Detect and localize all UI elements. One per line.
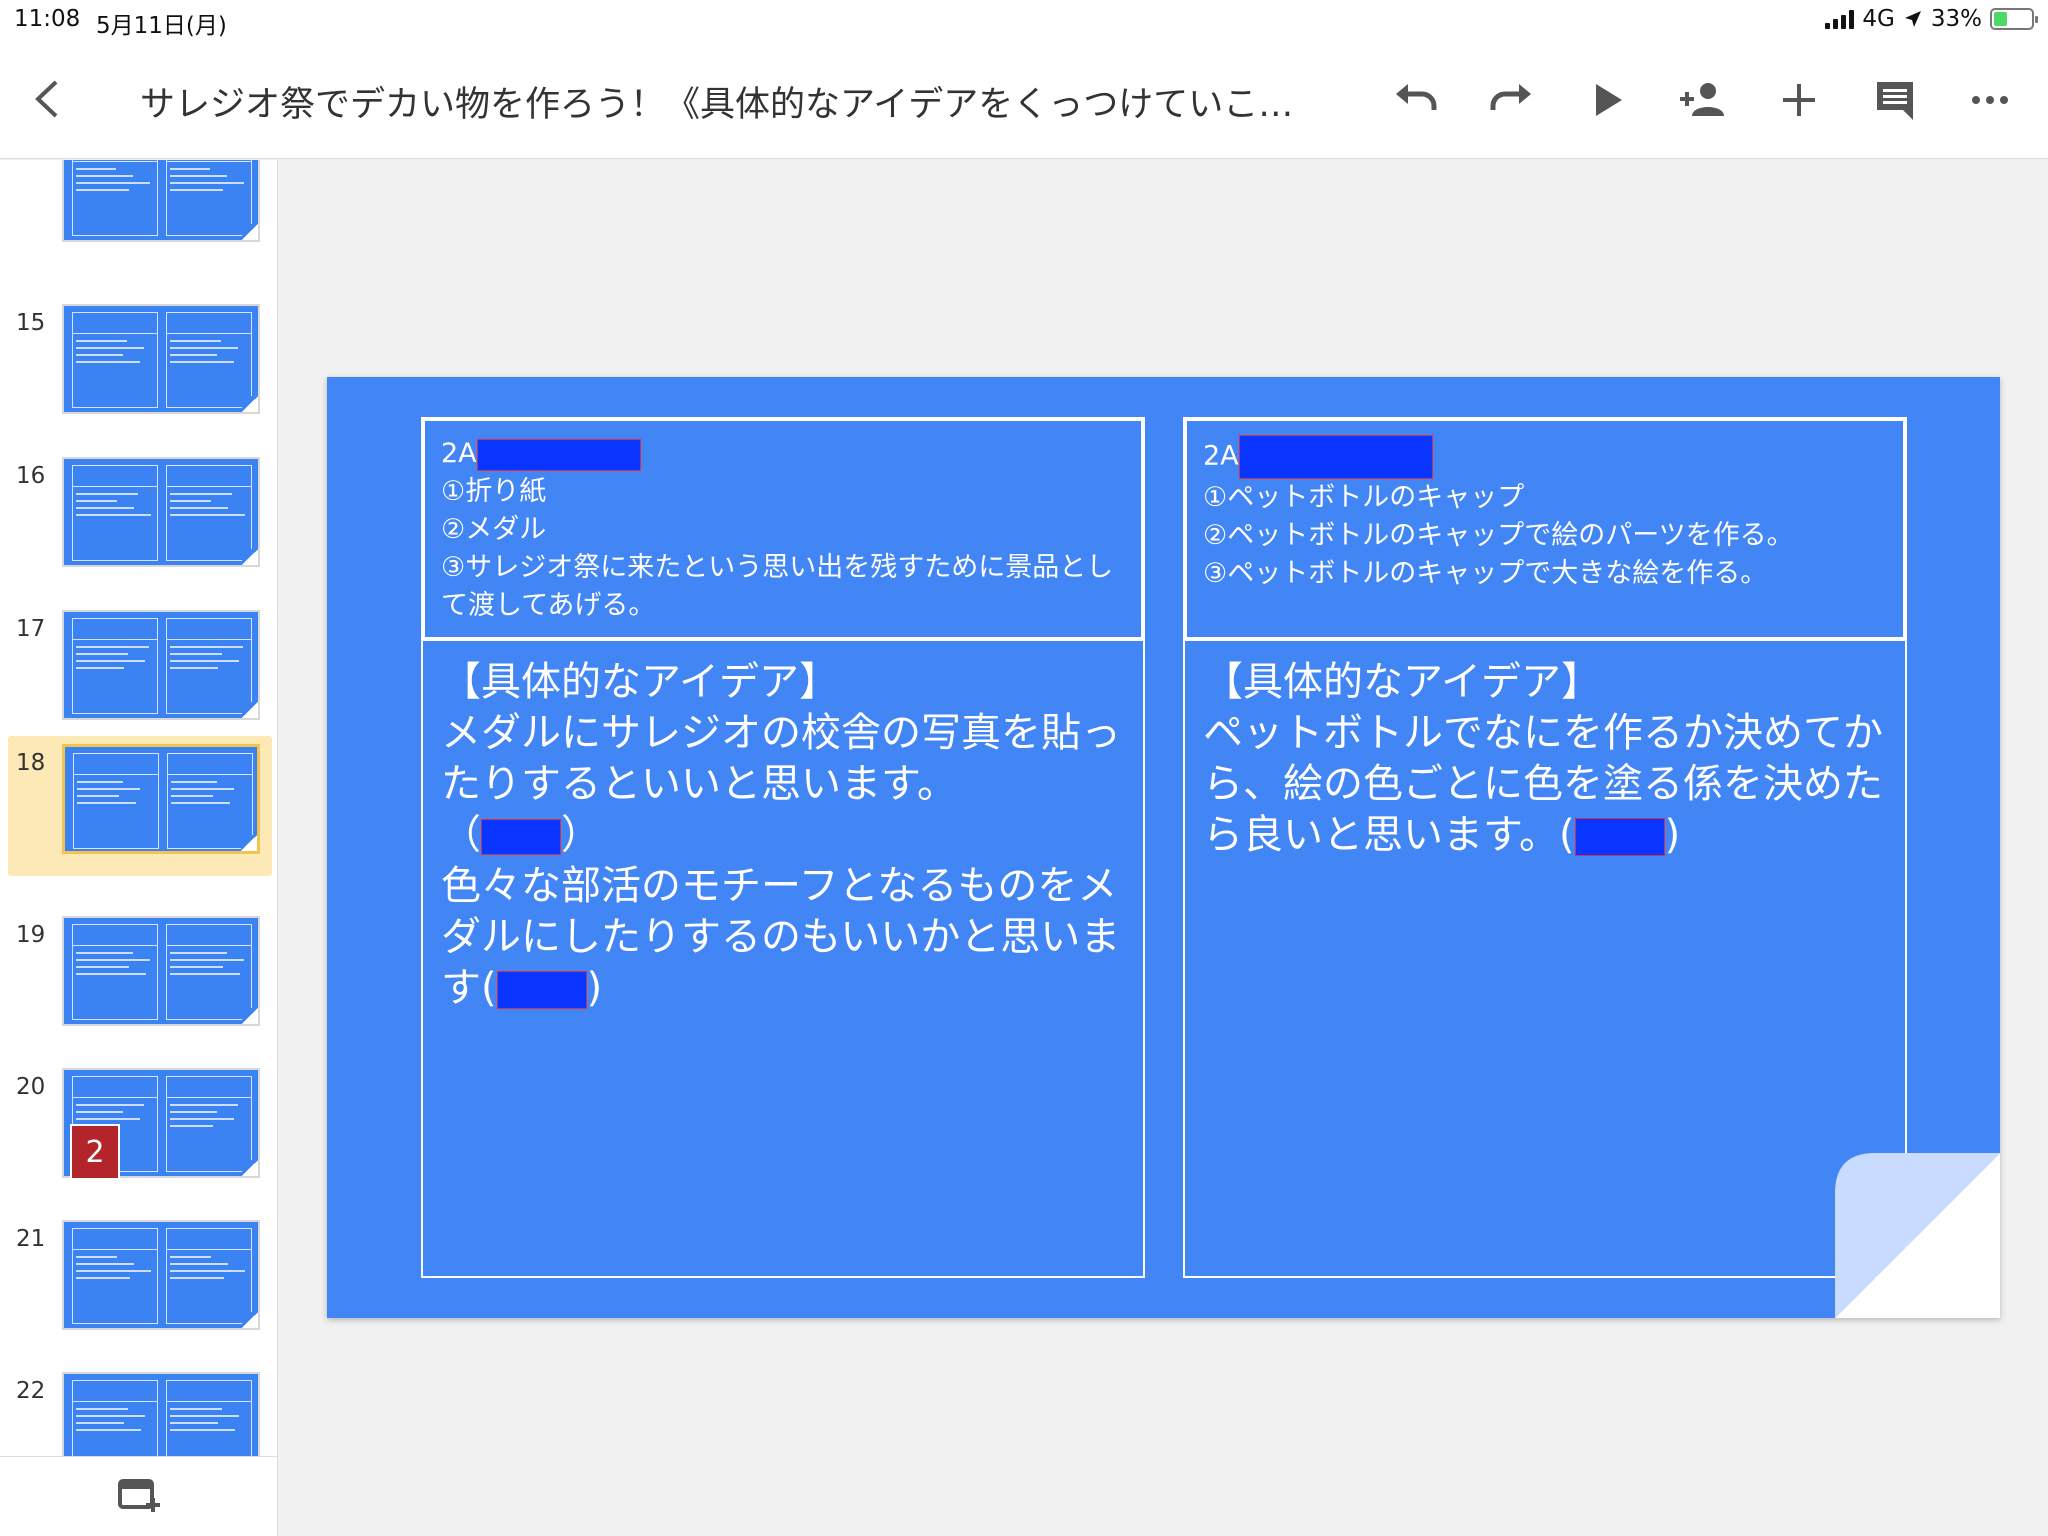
location-arrow-icon xyxy=(1904,11,1921,27)
right-idea-para-wrap: ペットボトルでなにを作るか決めてから、絵の色ごとに色を塗る係を決めたら良いと思い… xyxy=(1203,708,1893,861)
slide-number: 17 xyxy=(16,616,46,642)
redacted-name xyxy=(476,438,641,471)
present-icon xyxy=(1596,84,1622,116)
document-title[interactable]: サレジオ祭でデカい物を作ろう！《具体的なアイデアをくっつけていこ… xyxy=(140,76,1340,127)
left-item-3: ③サレジオ祭に来たという思い出を残すために景品として渡してあげる。 xyxy=(441,552,1114,621)
comment-count-badge[interactable]: 2 xyxy=(70,1124,120,1180)
share-icon xyxy=(1680,83,1724,116)
slide-preview xyxy=(62,916,260,1026)
left-idea-para1: メダルにサレジオの校舎の写真を貼ったりするといいと思います。 xyxy=(441,710,1121,807)
right-idea-para: ペットボトルでなにを作るか決めてから、絵の色ごとに色を塗る係を決めたら良いと思い… xyxy=(1203,710,1883,858)
undo-icon xyxy=(1396,84,1437,110)
slide-thumbnail-18[interactable]: 18 xyxy=(8,736,272,876)
left-idea-heading: 【具体的なアイデア】 xyxy=(441,659,839,705)
left-idea-para2-wrap: 色々な部活のモチーフとなるものをメダルにしたりするのもいいかと思います() xyxy=(441,861,1131,1014)
left-idea-text[interactable]: 【具体的なアイデア】 メダルにサレジオの校舎の写真を貼ったりするといいと思います… xyxy=(441,657,1131,1014)
redacted-name xyxy=(1574,818,1665,856)
paren-close: ) xyxy=(586,965,603,1011)
left-item-1: ①折り紙 xyxy=(441,476,547,507)
slide-number: 15 xyxy=(16,310,46,336)
page-curl-icon xyxy=(1835,1153,2000,1318)
battery-percent: 33% xyxy=(1930,6,1982,32)
slide-thumbnail-15[interactable]: 15 xyxy=(8,296,272,436)
redo-button[interactable] xyxy=(1481,70,1541,130)
left-class-prefix: 2A xyxy=(441,438,477,469)
status-time: 11:08 xyxy=(14,6,81,32)
slide-preview xyxy=(62,744,260,854)
comment-icon xyxy=(1877,82,1913,120)
sidebar-footer xyxy=(0,1456,277,1536)
redacted-name xyxy=(481,819,561,855)
paren-open: （ xyxy=(441,812,481,858)
left-idea-credit: （） xyxy=(441,810,1131,861)
redacted-name xyxy=(496,971,587,1009)
slide-thumbnail-panel: 14 15 16 17 18 19 20 2 21 22 xyxy=(0,160,278,1536)
toolbar: サレジオ祭でデカい物を作ろう！《具体的なアイデアをくっつけていこ… xyxy=(0,40,2048,159)
slide-number: 14 xyxy=(16,160,45,164)
slide-thumbnail-20[interactable]: 20 2 xyxy=(8,1060,272,1200)
slide-number: 18 xyxy=(16,750,46,776)
slide-canvas[interactable]: 2A ①折り紙 ②メダル ③サレジオ祭に来たという思い出を残すために景品として渡… xyxy=(327,377,2000,1318)
present-button[interactable] xyxy=(1578,70,1638,130)
right-idea-heading: 【具体的なアイデア】 xyxy=(1203,659,1601,705)
right-item-2: ②ペットボトルのキャップで絵のパーツを作る。 xyxy=(1203,520,1794,551)
paren-close: ) xyxy=(1664,812,1681,858)
left-student-line: 2A xyxy=(441,435,1125,473)
right-item-3: ③ペットボトルのキャップで大きな絵を作る。 xyxy=(1203,558,1768,589)
right-student-line: 2A xyxy=(1203,435,1887,479)
slide-preview xyxy=(62,610,260,720)
slide-preview xyxy=(62,457,260,567)
right-class-prefix: 2A xyxy=(1203,440,1239,472)
more-options-button[interactable] xyxy=(1960,70,2020,130)
network-type: 4G xyxy=(1862,6,1895,32)
slide-thumbnail-19[interactable]: 19 xyxy=(8,908,272,1048)
right-item-1: ①ペットボトルのキャップ xyxy=(1203,482,1525,513)
left-item-2: ②メダル xyxy=(441,514,547,545)
slide-number: 21 xyxy=(16,1226,46,1252)
slide-number: 22 xyxy=(16,1378,46,1404)
slide-thumbnail-21[interactable]: 21 xyxy=(8,1212,272,1352)
more-icon xyxy=(1972,96,2008,104)
slide-preview xyxy=(62,160,260,242)
slide-thumbnail-16[interactable]: 16 xyxy=(8,449,272,589)
slide-number: 20 xyxy=(16,1074,46,1100)
battery-icon xyxy=(1990,8,2038,30)
new-slide-icon xyxy=(118,1479,160,1512)
comments-button[interactable] xyxy=(1865,70,1925,130)
slide-preview xyxy=(62,1220,260,1330)
undo-button[interactable] xyxy=(1386,70,1446,130)
redacted-name xyxy=(1238,435,1433,479)
back-button[interactable] xyxy=(26,76,72,122)
status-date: 5月11日(月) xyxy=(96,13,227,39)
share-button[interactable] xyxy=(1673,70,1733,130)
left-header-box[interactable]: 2A ①折り紙 ②メダル ③サレジオ祭に来たという思い出を残すために景品として渡… xyxy=(421,417,1145,641)
status-bar: 11:08 5月11日(月) 4G 33% xyxy=(0,0,2048,40)
add-icon xyxy=(1783,84,1815,116)
status-indicators: 4G 33% xyxy=(1825,6,2038,32)
paren-close: ） xyxy=(561,812,601,858)
slide-number: 19 xyxy=(16,922,46,948)
right-header-box[interactable]: 2A ①ペットボトルのキャップ ②ペットボトルのキャップで絵のパーツを作る。 ③… xyxy=(1183,417,1907,641)
right-idea-text[interactable]: 【具体的なアイデア】 ペットボトルでなにを作るか決めてから、絵の色ごとに色を塗る… xyxy=(1203,657,1893,861)
redo-icon xyxy=(1490,84,1531,110)
slide-thumbnail-14[interactable]: 14 xyxy=(8,160,272,264)
insert-button[interactable] xyxy=(1769,70,1829,130)
cellular-signal-icon xyxy=(1825,9,1855,29)
back-icon xyxy=(35,80,58,118)
slide-preview xyxy=(62,304,260,414)
new-slide-button[interactable] xyxy=(116,1475,162,1521)
slide-number: 16 xyxy=(16,463,46,489)
slide-thumbnail-17[interactable]: 17 xyxy=(8,602,272,742)
